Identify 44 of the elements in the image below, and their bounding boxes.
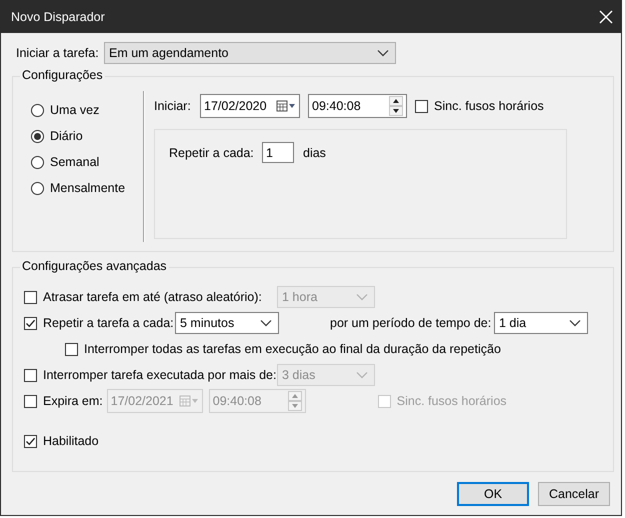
radio-label: Semanal <box>50 155 100 169</box>
chevron-icon <box>377 49 389 57</box>
chevron-icon <box>260 319 272 327</box>
radio-label: Mensalmente <box>50 181 126 195</box>
checkbox-label: Interromper todas as tarefas em execução ao final da duração da repetição <box>84 342 501 356</box>
radio-label: Diário <box>50 129 83 143</box>
chevron-icon <box>356 371 368 379</box>
dialog-button[interactable]: OK <box>457 482 529 506</box>
radio-button[interactable] <box>31 156 44 168</box>
checkbox-label: Habilitado <box>43 434 99 448</box>
group-title: Configurações avançadas <box>22 259 167 273</box>
field-label: Iniciar a tarefa: <box>15 46 100 60</box>
checkbox-label: Interromper tarefa executada por mais de: <box>43 368 277 382</box>
field-label: Iniciar: <box>154 99 192 113</box>
checkbox[interactable] <box>415 100 428 112</box>
radio-button[interactable] <box>31 130 44 142</box>
close-icon[interactable] <box>597 8 615 26</box>
dialog-button[interactable]: Cancelar <box>538 482 610 506</box>
field-label: Repetir a cada: <box>169 146 255 160</box>
radio-label: Uma vez <box>50 103 100 117</box>
chevron-icon <box>569 319 581 327</box>
dropdown[interactable]: 5 minutos <box>175 312 279 334</box>
radio-button[interactable] <box>31 104 44 116</box>
group-title: Configurações <box>22 68 103 82</box>
dropdown[interactable]: 1 dia <box>494 312 588 334</box>
chevron-icon <box>356 293 368 301</box>
radio-button[interactable] <box>31 182 44 194</box>
field-label: por um período de tempo de: <box>330 316 492 330</box>
checkbox-label: Expira em: <box>43 394 103 408</box>
checkbox-label: Atrasar tarefa em até (atraso aleatório): <box>43 290 263 304</box>
checkbox[interactable] <box>24 434 37 448</box>
checkbox[interactable] <box>65 342 78 356</box>
checkbox-label: Repetir a tarefa a cada: <box>43 316 175 330</box>
checkbox-label: Sinc. fusos horários <box>396 394 507 408</box>
checkbox[interactable] <box>24 316 37 330</box>
spin-buttons[interactable] <box>389 96 403 116</box>
window-title: Novo Disparador <box>11 10 105 24</box>
unit-label: dias <box>303 146 326 160</box>
number-field[interactable]: 1 <box>262 142 294 163</box>
dropdown[interactable]: Em um agendamento <box>104 42 396 64</box>
checkbox-label: Sinc. fusos horários <box>434 99 544 113</box>
calendar-icon[interactable] <box>276 100 296 112</box>
time-field[interactable]: 09:40:08 <box>308 94 407 118</box>
date-field[interactable]: 17/02/2020 <box>200 94 300 118</box>
